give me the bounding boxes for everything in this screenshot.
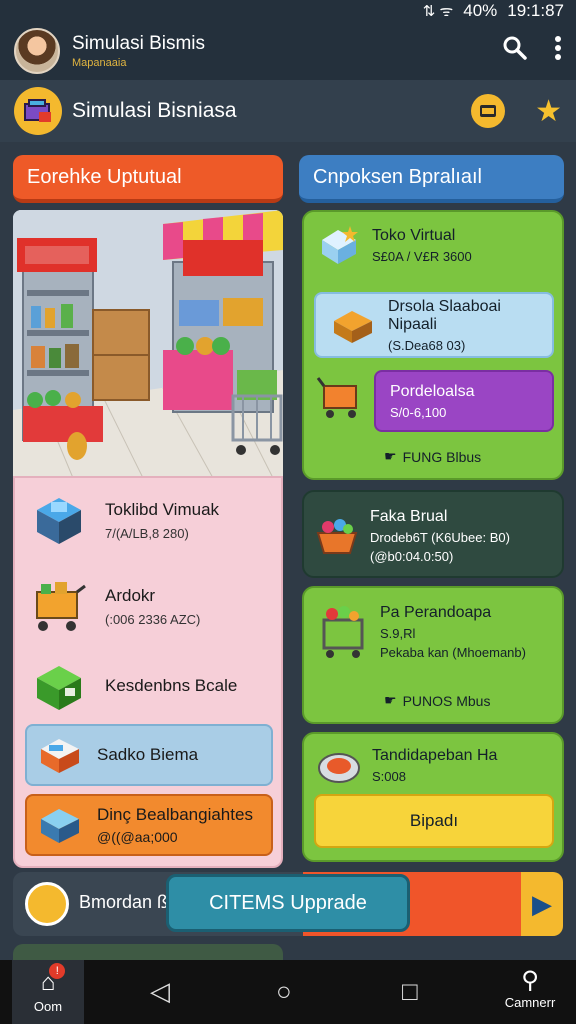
clock: 19:1:87 <box>507 1 564 20</box>
card-tandidapeban: Tandidapeban Ha S:008 Bipadı <box>302 732 564 862</box>
wallet-icon[interactable] <box>471 94 506 128</box>
coin-icon <box>25 882 69 926</box>
fund-label: PUNOS Mbus <box>402 692 491 709</box>
card-line2: (@b0:04.0:50) <box>370 549 454 564</box>
pill-title: Drsola Slaaboai Nipaali <box>388 297 501 333</box>
box-icon <box>37 735 83 775</box>
card-faka-brual: Faka Brual Drodeb6T (K6Ubee: B0) (@b0:04… <box>302 490 564 578</box>
sub-header-title: Simulasi Bisniasa <box>72 99 237 122</box>
home-icon: ⌂ ! <box>41 962 66 995</box>
nav-home-label: Oom <box>33 998 63 1014</box>
box-open-icon <box>330 305 376 345</box>
search-icon[interactable] <box>502 35 528 68</box>
app-title: Simulasi Bismis <box>72 33 206 54</box>
card-title: Faka Brual <box>370 508 448 525</box>
status-bar: ⇅ ᯤ 40% 19:1:87 <box>0 0 576 22</box>
list-item-title: Toklibd Vimuak <box>105 499 220 519</box>
card-header: Faka Brual Drodeb6T (K6Ubee: B0) (@b0:04… <box>314 508 510 564</box>
green-box-icon <box>29 658 89 714</box>
list-item-title: Ardokr <box>105 585 156 605</box>
diamond-box-icon <box>316 224 362 266</box>
button-label: Sadko Biema <box>97 745 199 764</box>
dinc-button[interactable]: Dinç Bealbangiahtes @((@aa;000 <box>25 794 273 856</box>
list-item-title: Kesdenbns Bcale <box>105 676 238 695</box>
pointer-icon: ☛ <box>384 692 397 708</box>
button-detail: @((@aa;000 <box>97 829 178 845</box>
list-item-produk[interactable]: Ardokr (:006 2336 AZC) <box>29 578 200 634</box>
card-toko-virtual: Toko Virtual S£0A / V£R 3600 Drsola Slaa… <box>302 210 564 480</box>
star-icon[interactable]: ★ <box>535 94 562 129</box>
notification-badge: ! <box>49 962 66 979</box>
battery-level: 40% <box>463 1 498 20</box>
card-detail: S£0A / V£R 3600 <box>372 248 472 264</box>
pointer-icon: ☛ <box>384 448 397 464</box>
nav-camera-label: Camnerr <box>504 995 556 1010</box>
fund-status: ☛ PUNOS Mbus <box>384 692 490 709</box>
card-line1: Drodeb6T (K6Ubee: B0) <box>370 530 510 545</box>
sadko-biema-button[interactable]: Sadko Biema <box>25 724 273 786</box>
pill-detail: (S.Dea68 03) <box>388 337 466 353</box>
pill-title: Pordeloalsa <box>390 382 475 400</box>
card-detail: S:008 <box>372 768 406 784</box>
pordeloalsa-pill[interactable]: Pordeloalsa S/0-6,100 <box>374 370 554 432</box>
upgrade-button[interactable]: CITEMS Upprade <box>166 874 410 932</box>
bipadi-button[interactable]: Bipadı <box>314 794 554 848</box>
sub-header: Simulasi Bisniasa ★ <box>0 80 576 142</box>
card-title: Toko Virtual <box>372 226 456 244</box>
nav-home-button[interactable]: ⌂ ! Oom <box>12 960 84 1024</box>
bottom-label: Bmordan ß <box>79 892 169 912</box>
store-box-icon <box>29 492 89 548</box>
card-line1: S.9,Rl <box>380 626 416 641</box>
left-column: Toklibd Vimuak 7/(A/LB,8 280) Ardokr (:0… <box>13 210 283 868</box>
tab-left[interactable]: Eorehke Uptutual <box>13 155 283 203</box>
list-item-kesdenbns[interactable]: Kesdenbns Bcale <box>29 658 237 714</box>
more-vert-icon[interactable] <box>554 35 562 68</box>
app-bar: Simulasi Bismis Mapanaaia <box>0 22 576 80</box>
card-header: Pa Perandoapa S.9,Rl Pekaba kan (Mhoeman… <box>316 602 526 662</box>
back-icon[interactable]: ◁ <box>150 976 170 1007</box>
button-label: Dinç Bealbangiahtes <box>97 805 253 824</box>
app-actions <box>502 35 562 68</box>
left-list: Toklibd Vimuak 7/(A/LB,8 280) Ardokr (:0… <box>13 476 283 868</box>
nav-camera-button[interactable]: ⚲ Camnerr <box>494 966 566 1010</box>
shop-icon <box>37 805 83 845</box>
card-header: Toko Virtual S£0A / V£R 3600 <box>316 224 472 266</box>
tab-right[interactable]: Cnpoksen Bpralıaıl <box>299 155 564 203</box>
drsola-pill[interactable]: Drsola Slaaboai Nipaali (S.Dea68 03) <box>314 292 554 358</box>
store-illustration <box>13 210 283 478</box>
fund-status: ☛ FUNG Blbus <box>384 448 481 465</box>
list-item-detail: (:006 2336 AZC) <box>105 611 201 627</box>
cart-goods-icon <box>314 372 366 422</box>
nav-bar: ⌂ ! Oom ◁ ○ □ ⚲ Camnerr <box>0 960 576 1024</box>
shopping-cart-icon <box>316 602 370 662</box>
dish-icon <box>316 744 362 786</box>
card-line2: Pekaba kan (Mhoemanb) <box>380 645 526 660</box>
basket-icon <box>314 515 360 557</box>
camera-icon: ⚲ <box>521 967 539 994</box>
recents-icon[interactable]: □ <box>402 976 418 1007</box>
sub-header-actions: ★ <box>471 94 562 129</box>
network-icon: ⇅ ᯤ <box>422 3 454 20</box>
card-title: Pa Perandoapa <box>380 604 492 621</box>
app-titles: Simulasi Bismis Mapanaaia <box>72 33 205 69</box>
pill-detail: S/0-6,100 <box>390 404 447 420</box>
list-item-toko-virtual[interactable]: Toklibd Vimuak 7/(A/LB,8 280) <box>29 492 219 548</box>
app-subtitle: Mapanaaia <box>72 57 127 69</box>
shop-logo-icon <box>14 87 62 135</box>
card-header: Tandidapeban Ha S:008 <box>316 744 497 786</box>
card-perandoapa: Pa Perandoapa S.9,Rl Pekaba kan (Mhoeman… <box>302 586 564 724</box>
avatar[interactable] <box>14 28 60 74</box>
list-item-detail: 7/(A/LB,8 280) <box>105 525 189 541</box>
home-circle-icon[interactable]: ○ <box>276 976 292 1007</box>
card-title: Tandidapeban Ha <box>372 746 498 764</box>
fund-label: FUNG Blbus <box>402 448 482 465</box>
play-arrow-icon[interactable]: ▶ <box>521 872 563 936</box>
cart-icon <box>29 578 89 634</box>
